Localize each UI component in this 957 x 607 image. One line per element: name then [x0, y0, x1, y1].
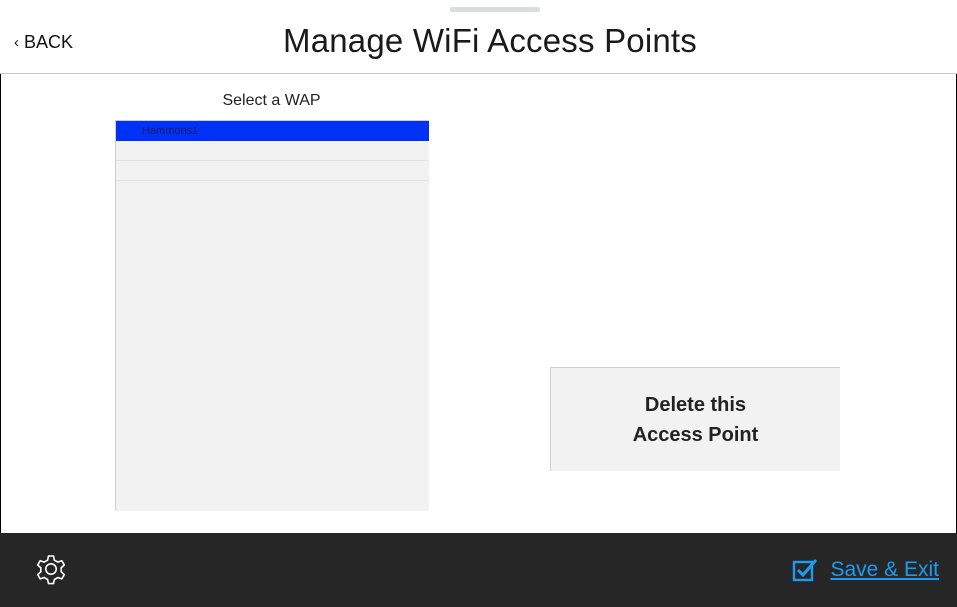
wap-list-item[interactable]: Hammons1 [116, 121, 429, 141]
wap-name: Hammons1 [142, 125, 199, 137]
top-handle[interactable] [450, 7, 540, 12]
header: ‹ BACK Manage WiFi Access Points [0, 0, 957, 74]
wap-list[interactable]: Hammons1 [115, 120, 429, 511]
delete-button-line2: Access Point [632, 423, 759, 446]
delete-button-line1: Delete this [644, 393, 747, 416]
save-exit-label: Save & Exit [830, 558, 939, 581]
wap-list-label: Select a WAP [222, 92, 321, 109]
checkbox-checked-icon [793, 559, 818, 582]
gear-icon[interactable] [32, 550, 70, 588]
save-exit-button[interactable]: Save & Exit [792, 557, 939, 583]
page-title: Manage WiFi Access Points [283, 22, 697, 59]
delete-access-point-button[interactable]: Delete this Access Point [550, 367, 840, 471]
wap-list-item[interactable] [116, 141, 429, 161]
wap-list-item[interactable] [116, 161, 429, 181]
